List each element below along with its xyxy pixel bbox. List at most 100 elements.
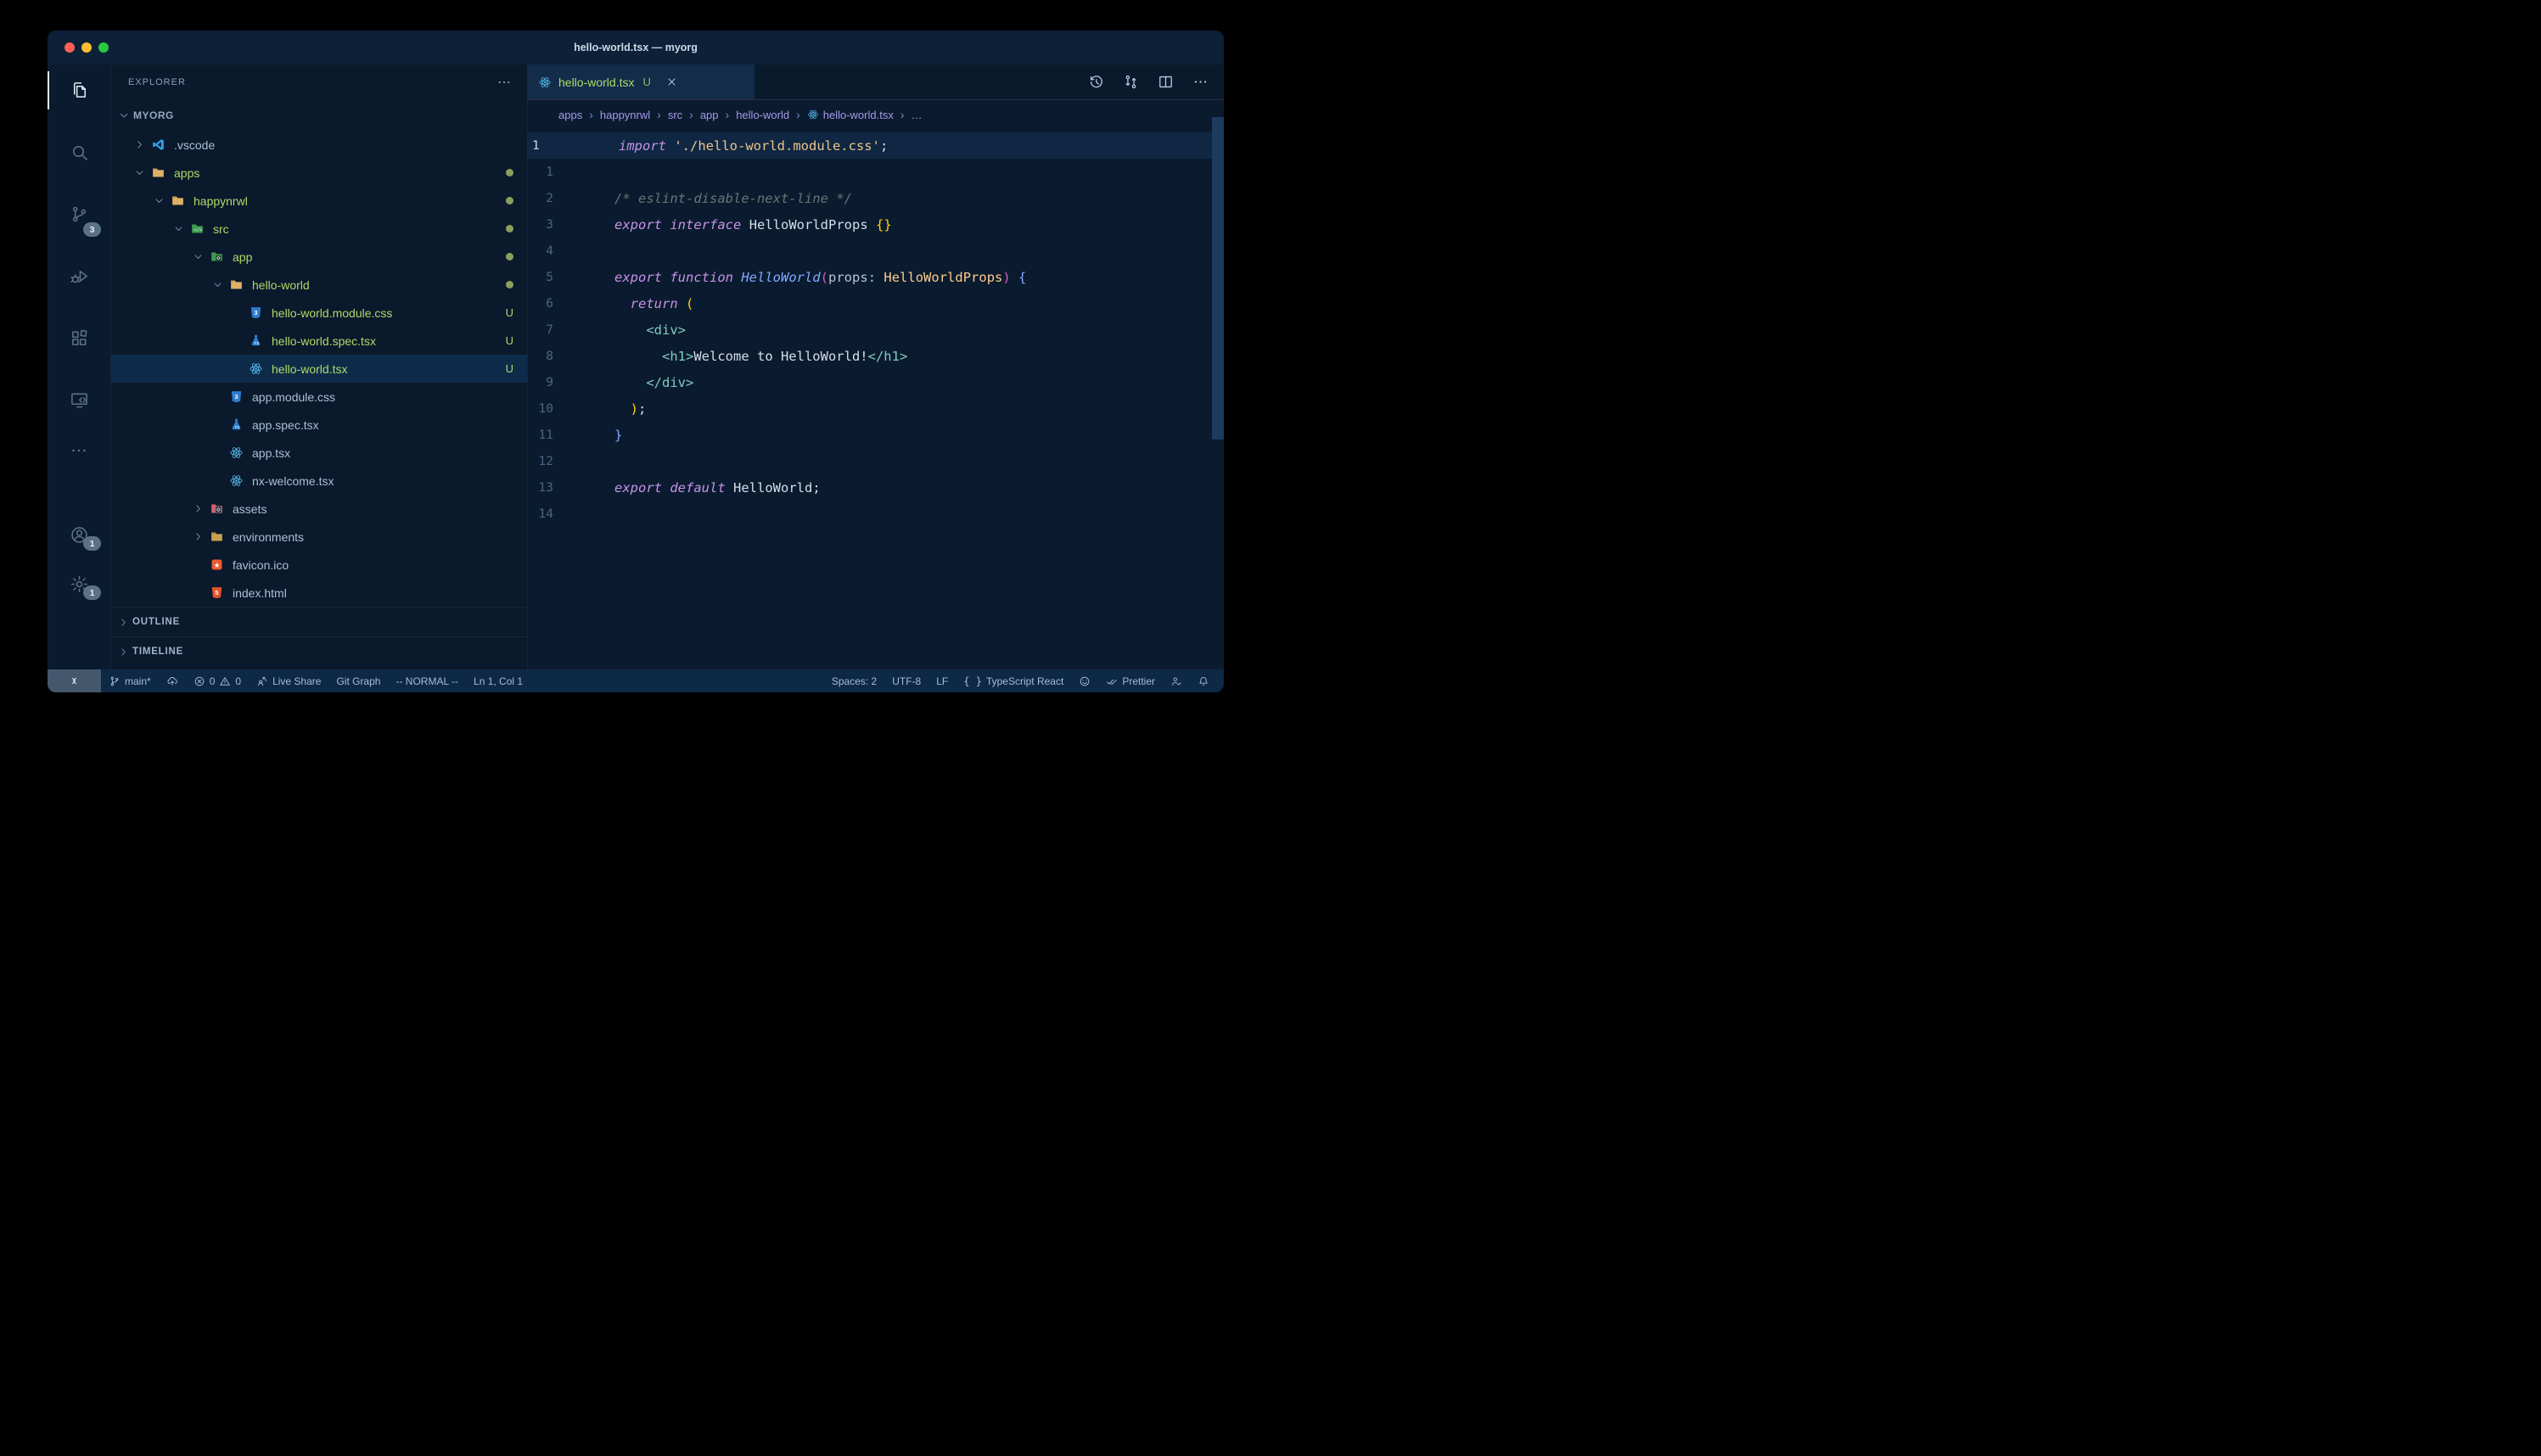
workspace-section-header[interactable]: MYORG [111, 100, 527, 131]
activity-item-accounts[interactable]: 1 [48, 510, 110, 559]
status-sync[interactable] [159, 669, 186, 692]
person-check-icon [1170, 675, 1182, 687]
activity-item-remote-explorer[interactable] [48, 369, 110, 431]
status-prettier[interactable]: Prettier [1098, 669, 1163, 692]
panel-header-timeline[interactable]: TIMELINE [111, 636, 527, 666]
breadcrumb-label: hello-world [736, 109, 789, 121]
svg-text:5: 5 [215, 589, 218, 596]
status-remote-indicator[interactable] [48, 669, 101, 692]
activity-item-source-control[interactable]: 3 [48, 183, 110, 245]
tree-item-hello-world.spec.tsx[interactable]: TShello-world.spec.tsxU [111, 327, 527, 355]
breadcrumb-item-apps[interactable]: apps [558, 109, 582, 121]
tree-item-app.spec.tsx[interactable]: TS app.spec.tsx [111, 411, 527, 439]
breadcrumb-separator: › [657, 108, 661, 121]
tree-item-label: hello-world [252, 278, 310, 292]
tab-label: hello-world.tsx [558, 76, 634, 89]
tree-item-assets[interactable]: assets [111, 495, 527, 523]
code-line: 5export function HelloWorld(props: Hello… [528, 264, 1224, 290]
git-modified-dot-badge [506, 281, 513, 288]
status-git-branch[interactable]: main* [101, 669, 159, 692]
tree-item-app.module.css[interactable]: 3 app.module.css [111, 383, 527, 411]
panel-header-outline[interactable]: OUTLINE [111, 607, 527, 636]
chevron-down-icon [193, 251, 210, 262]
status-eol[interactable]: LF [928, 669, 956, 692]
tree-item-happynrwl[interactable]: happynrwl [111, 187, 527, 215]
breadcrumb-item-src[interactable]: src [668, 109, 682, 121]
tree-item-hello-world.tsx[interactable]: hello-world.tsxU [111, 355, 527, 383]
close-window-button[interactable] [65, 42, 75, 53]
folder-tan-icon [171, 193, 186, 208]
chevron-down-icon [173, 223, 190, 234]
status-live-share[interactable]: Live Share [249, 669, 328, 692]
status-feedback[interactable] [1071, 669, 1098, 692]
svg-text:3: 3 [234, 393, 238, 400]
breadcrumb-item-hello-world[interactable]: hello-world [736, 109, 789, 121]
line-number: 14 [528, 507, 560, 521]
status-label: LF [936, 675, 948, 687]
tree-item-label: app.spec.tsx [252, 418, 319, 432]
tab-git-status-badge: U [642, 76, 650, 88]
tree-item-label: happynrwl [194, 194, 248, 208]
status-cursor-position[interactable]: Ln 1, Col 1 [466, 669, 530, 692]
breadcrumb-item-app[interactable]: app [700, 109, 719, 121]
tree-item-label: app.module.css [252, 390, 335, 404]
tree-item-nx-welcome.tsx[interactable]: nx-welcome.tsx [111, 467, 527, 495]
breadcrumb-item-…[interactable]: … [912, 109, 923, 121]
activity-item-extensions[interactable] [48, 307, 110, 369]
folder-tan-icon [151, 165, 166, 180]
maximize-window-button[interactable] [98, 42, 109, 53]
tree-item-label: apps [174, 166, 199, 180]
status-vim-mode[interactable]: -- NORMAL -- [388, 669, 466, 692]
minimize-window-button[interactable] [81, 42, 92, 53]
folder-src-icon: </> [190, 221, 205, 236]
tree-item-environments[interactable]: environments [111, 523, 527, 551]
activity-item-search[interactable] [48, 121, 110, 183]
open-changes-button[interactable] [1123, 74, 1139, 90]
status-live-share-session[interactable] [1163, 669, 1190, 692]
source-control-icon [70, 204, 89, 224]
tab-bar: hello-world.tsx U [528, 64, 1224, 100]
code-line: 2/* eslint-disable-next-line */ [528, 185, 1224, 211]
tree-item-src[interactable]: </>src [111, 215, 527, 243]
status-language-mode[interactable]: { }TypeScript React [956, 669, 1071, 692]
code-line: 14 [528, 501, 1224, 527]
tree-item-app.tsx[interactable]: app.tsx [111, 439, 527, 467]
breadcrumb-item-hello-world.tsx[interactable]: hello-world.tsx [807, 109, 894, 121]
breadcrumb-label: happynrwl [600, 109, 650, 121]
tree-item-.vscode[interactable]: .vscode [111, 131, 527, 159]
code-line: 13export default HelloWorld; [528, 474, 1224, 501]
tab-hello-world-tsx[interactable]: hello-world.tsx U [528, 64, 754, 99]
status-label: main* [125, 675, 151, 687]
status-encoding[interactable]: UTF-8 [884, 669, 928, 692]
code-line: 12 [528, 448, 1224, 474]
vscode-window: hello-world.tsx — myorg 3 11 EXPLORER MY… [48, 31, 1224, 692]
tree-item-favicon.ico[interactable]: ★favicon.ico [111, 551, 527, 579]
close-tab-button[interactable] [666, 76, 677, 87]
status-label: Live Share [272, 675, 321, 687]
react-icon [538, 76, 552, 89]
status-problems[interactable]: 00 [186, 669, 249, 692]
timeline-history-button[interactable] [1088, 74, 1104, 90]
explorer-more-actions-button[interactable] [496, 75, 512, 90]
code-editor[interactable]: 1import './hello-world.module.css';12/* … [528, 129, 1224, 669]
more-actions-button[interactable] [1192, 74, 1209, 90]
activity-item-settings[interactable]: 1 [48, 559, 110, 608]
status-indentation[interactable]: Spaces: 2 [824, 669, 884, 692]
line-number: 13 [528, 481, 560, 495]
tree-item-index.html[interactable]: 5index.html [111, 579, 527, 607]
editor-scrollbar[interactable] [1212, 117, 1224, 440]
tree-item-apps[interactable]: apps [111, 159, 527, 187]
accounts-badge: 1 [83, 536, 101, 551]
tree-item-app[interactable]: app [111, 243, 527, 271]
git-branch-icon [109, 675, 121, 687]
status-git-graph[interactable]: Git Graph [328, 669, 388, 692]
activity-item-explorer[interactable] [48, 59, 110, 121]
breadcrumb-item-happynrwl[interactable]: happynrwl [600, 109, 650, 121]
activity-item-more[interactable] [48, 431, 110, 470]
split-editor-button[interactable] [1158, 74, 1174, 90]
tree-item-hello-world.module.css[interactable]: 3hello-world.module.cssU [111, 299, 527, 327]
test-icon: TS [229, 417, 244, 432]
activity-item-run-debug[interactable] [48, 245, 110, 307]
tree-item-hello-world[interactable]: hello-world [111, 271, 527, 299]
status-notifications[interactable] [1190, 669, 1217, 692]
